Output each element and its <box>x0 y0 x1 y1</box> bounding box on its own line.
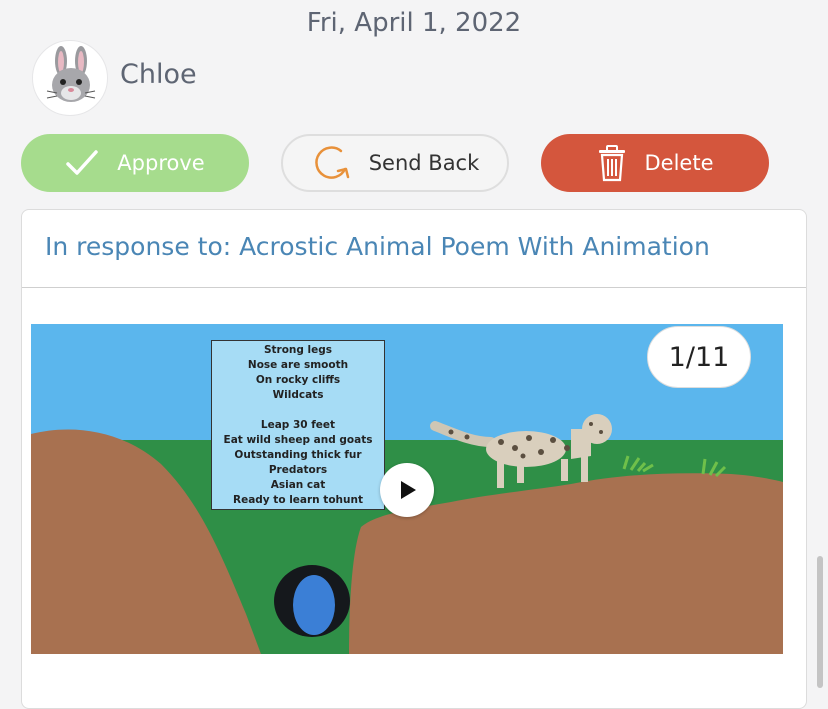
student-name: Chloe <box>120 59 197 90</box>
play-button[interactable] <box>380 463 434 517</box>
video-thumbnail[interactable]: Strong legs Nose are smooth On rocky cli… <box>31 324 783 654</box>
send-back-icon <box>311 143 351 183</box>
poem-line: Eat wild sheep and goats <box>223 434 373 446</box>
poem-line: Wildcats <box>272 389 324 401</box>
post-date: Fri, April 1, 2022 <box>306 8 522 38</box>
slide-counter: 1/11 <box>647 326 751 388</box>
rabbit-face-icon <box>46 46 96 102</box>
poem-line: Leap 30 feet <box>260 419 336 431</box>
avatar[interactable] <box>32 40 108 116</box>
poem-line: Asian cat <box>270 479 326 491</box>
poem-line: Nose are smooth <box>247 359 349 371</box>
poem-line: Outstanding thick fur <box>234 449 362 461</box>
poem-line: Strong legs <box>263 344 333 356</box>
divider <box>22 287 806 288</box>
send-back-label: Send Back <box>368 151 480 175</box>
post-title-link[interactable]: In response to: Acrostic Animal Poem Wit… <box>45 232 710 261</box>
approve-button[interactable]: Approve <box>21 134 249 192</box>
checkmark-icon <box>65 149 99 177</box>
delete-button[interactable]: Delete <box>541 134 769 192</box>
scrollbar[interactable] <box>817 556 823 688</box>
send-back-button[interactable]: Send Back <box>281 134 509 192</box>
poem-line: On rocky cliffs <box>255 374 341 386</box>
poem-line: Predators <box>268 464 328 476</box>
approve-label: Approve <box>117 151 205 175</box>
poem-line: Ready to learn tohunt <box>233 494 363 506</box>
play-icon <box>401 481 416 499</box>
poem-line <box>212 403 384 418</box>
delete-label: Delete <box>644 151 714 175</box>
post-card: In response to: Acrostic Animal Poem Wit… <box>21 209 807 709</box>
acrostic-poem-text: Strong legs Nose are smooth On rocky cli… <box>211 340 385 510</box>
trash-icon <box>597 144 627 182</box>
